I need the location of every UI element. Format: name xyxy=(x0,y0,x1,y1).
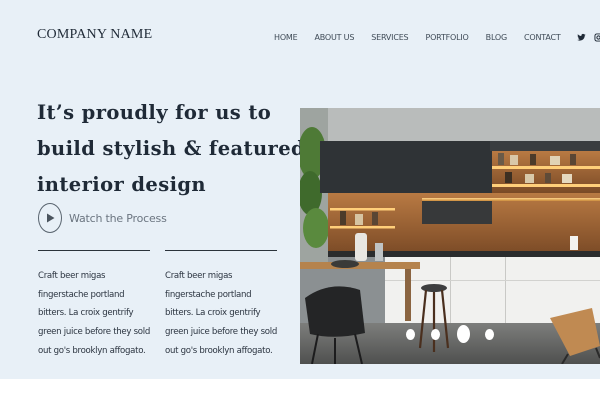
text-line: green juice before they sold xyxy=(38,327,151,338)
headline-line-2: build stylish & featured xyxy=(37,137,306,160)
hero-image-slider[interactable] xyxy=(300,108,600,364)
company-logo[interactable]: COMPANY NAME xyxy=(37,27,152,43)
text-line: fingerstache portland xyxy=(38,289,125,300)
slider-dot-4[interactable] xyxy=(485,329,494,340)
nav-about-us[interactable]: ABOUT US xyxy=(314,33,354,42)
text-line: Craft beer migas xyxy=(38,271,106,281)
nav-contact[interactable]: CONTACT xyxy=(524,33,561,42)
instagram-icon[interactable] xyxy=(594,33,600,42)
slider-dot-1[interactable] xyxy=(406,329,415,340)
landing-page: COMPANY NAME HOME ABOUT US SERVICES PORT… xyxy=(0,0,600,379)
nav-portfolio[interactable]: PORTFOLIO xyxy=(425,33,468,42)
watch-process-button[interactable]: Watch the Process xyxy=(38,203,167,233)
hero-headline: It’s proudly for us to build stylish & f… xyxy=(37,95,306,203)
headline-line-3: interior design xyxy=(37,173,206,196)
text-line: out go's brooklyn affogato. xyxy=(38,345,146,356)
column-divider-right xyxy=(165,250,277,251)
text-line: green juice before they sold xyxy=(165,327,278,338)
text-line: fingerstache portland xyxy=(165,289,252,300)
play-icon xyxy=(38,203,62,233)
text-line: Craft beer migas xyxy=(165,271,233,281)
column-divider-left xyxy=(38,250,150,251)
nav-blog[interactable]: BLOG xyxy=(486,33,508,42)
nav-home[interactable]: HOME xyxy=(274,33,298,42)
headline-line-1: It’s proudly for us to xyxy=(37,101,272,124)
watch-process-label: Watch the Process xyxy=(69,211,167,225)
main-nav: HOME ABOUT US SERVICES PORTFOLIO BLOG CO… xyxy=(274,33,600,42)
kitchen-illustration xyxy=(300,108,600,364)
slider-dot-3-active[interactable] xyxy=(457,325,470,343)
slider-dot-2[interactable] xyxy=(431,329,440,340)
feature-text-right: Craft beer migas fingerstache portland b… xyxy=(165,267,285,361)
twitter-icon[interactable] xyxy=(576,33,586,42)
text-line: out go's brooklyn affogato. xyxy=(165,345,273,356)
feature-text-left: Craft beer migas fingerstache portland b… xyxy=(38,267,158,361)
text-line: bitters. La croix gentrify xyxy=(38,308,134,319)
social-links xyxy=(576,33,600,42)
text-line: bitters. La croix gentrify xyxy=(165,308,261,319)
nav-services[interactable]: SERVICES xyxy=(371,33,408,42)
